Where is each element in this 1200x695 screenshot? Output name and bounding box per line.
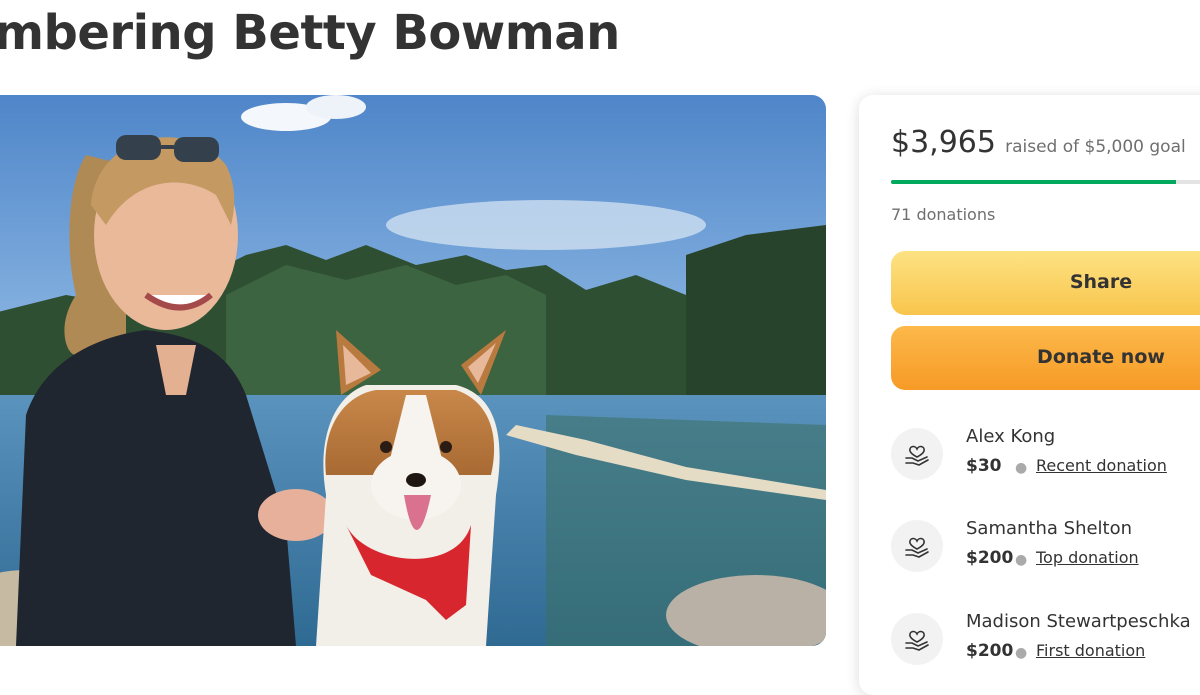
separator-dot: ● bbox=[1015, 552, 1028, 568]
donate-button-label: Donate now bbox=[1037, 346, 1165, 368]
donation-amount: $200 bbox=[966, 641, 1014, 661]
page-title: mbering Betty Bowman bbox=[0, 5, 620, 61]
donation-card: $3,965 raised of $5,000 goal 71 donation… bbox=[859, 95, 1200, 695]
donor-name: Alex Kong bbox=[966, 426, 1056, 447]
amount-raised: $3,965 raised of $5,000 goal bbox=[891, 125, 1186, 160]
donation-amount: $200 bbox=[966, 548, 1014, 568]
heart-hand-icon bbox=[891, 613, 943, 665]
separator-dot: ● bbox=[1015, 460, 1028, 476]
donation-item: Alex Kong $30 ● Recent donation bbox=[891, 426, 1200, 482]
heart-hand-icon bbox=[891, 428, 943, 480]
progress-bar bbox=[891, 180, 1200, 184]
campaign-photo-image bbox=[0, 95, 826, 646]
donor-name: Madison Stewartpeschka bbox=[966, 611, 1191, 632]
separator-dot: ● bbox=[1015, 645, 1028, 661]
progress-fill bbox=[891, 180, 1177, 184]
share-button[interactable]: Share bbox=[891, 251, 1200, 315]
donor-name: Samantha Shelton bbox=[966, 518, 1133, 539]
donation-type-link[interactable]: First donation bbox=[1036, 641, 1145, 660]
donation-amount: $30 bbox=[966, 456, 1002, 476]
donate-now-button[interactable]: Donate now bbox=[891, 326, 1200, 390]
goal-text: raised of $5,000 goal bbox=[1005, 137, 1186, 157]
donation-type-link[interactable]: Top donation bbox=[1036, 548, 1139, 567]
donations-count: 71 donations bbox=[891, 205, 996, 224]
campaign-photo[interactable] bbox=[0, 95, 826, 646]
donation-type-link[interactable]: Recent donation bbox=[1036, 456, 1167, 475]
heart-hand-icon bbox=[891, 520, 943, 572]
share-button-label: Share bbox=[1069, 271, 1133, 293]
raised-amount: $3,965 bbox=[891, 125, 996, 160]
donation-item: Madison Stewartpeschka $200 ● First dona… bbox=[891, 611, 1200, 667]
donation-item: Samantha Shelton $200 ● Top donation bbox=[891, 518, 1200, 574]
